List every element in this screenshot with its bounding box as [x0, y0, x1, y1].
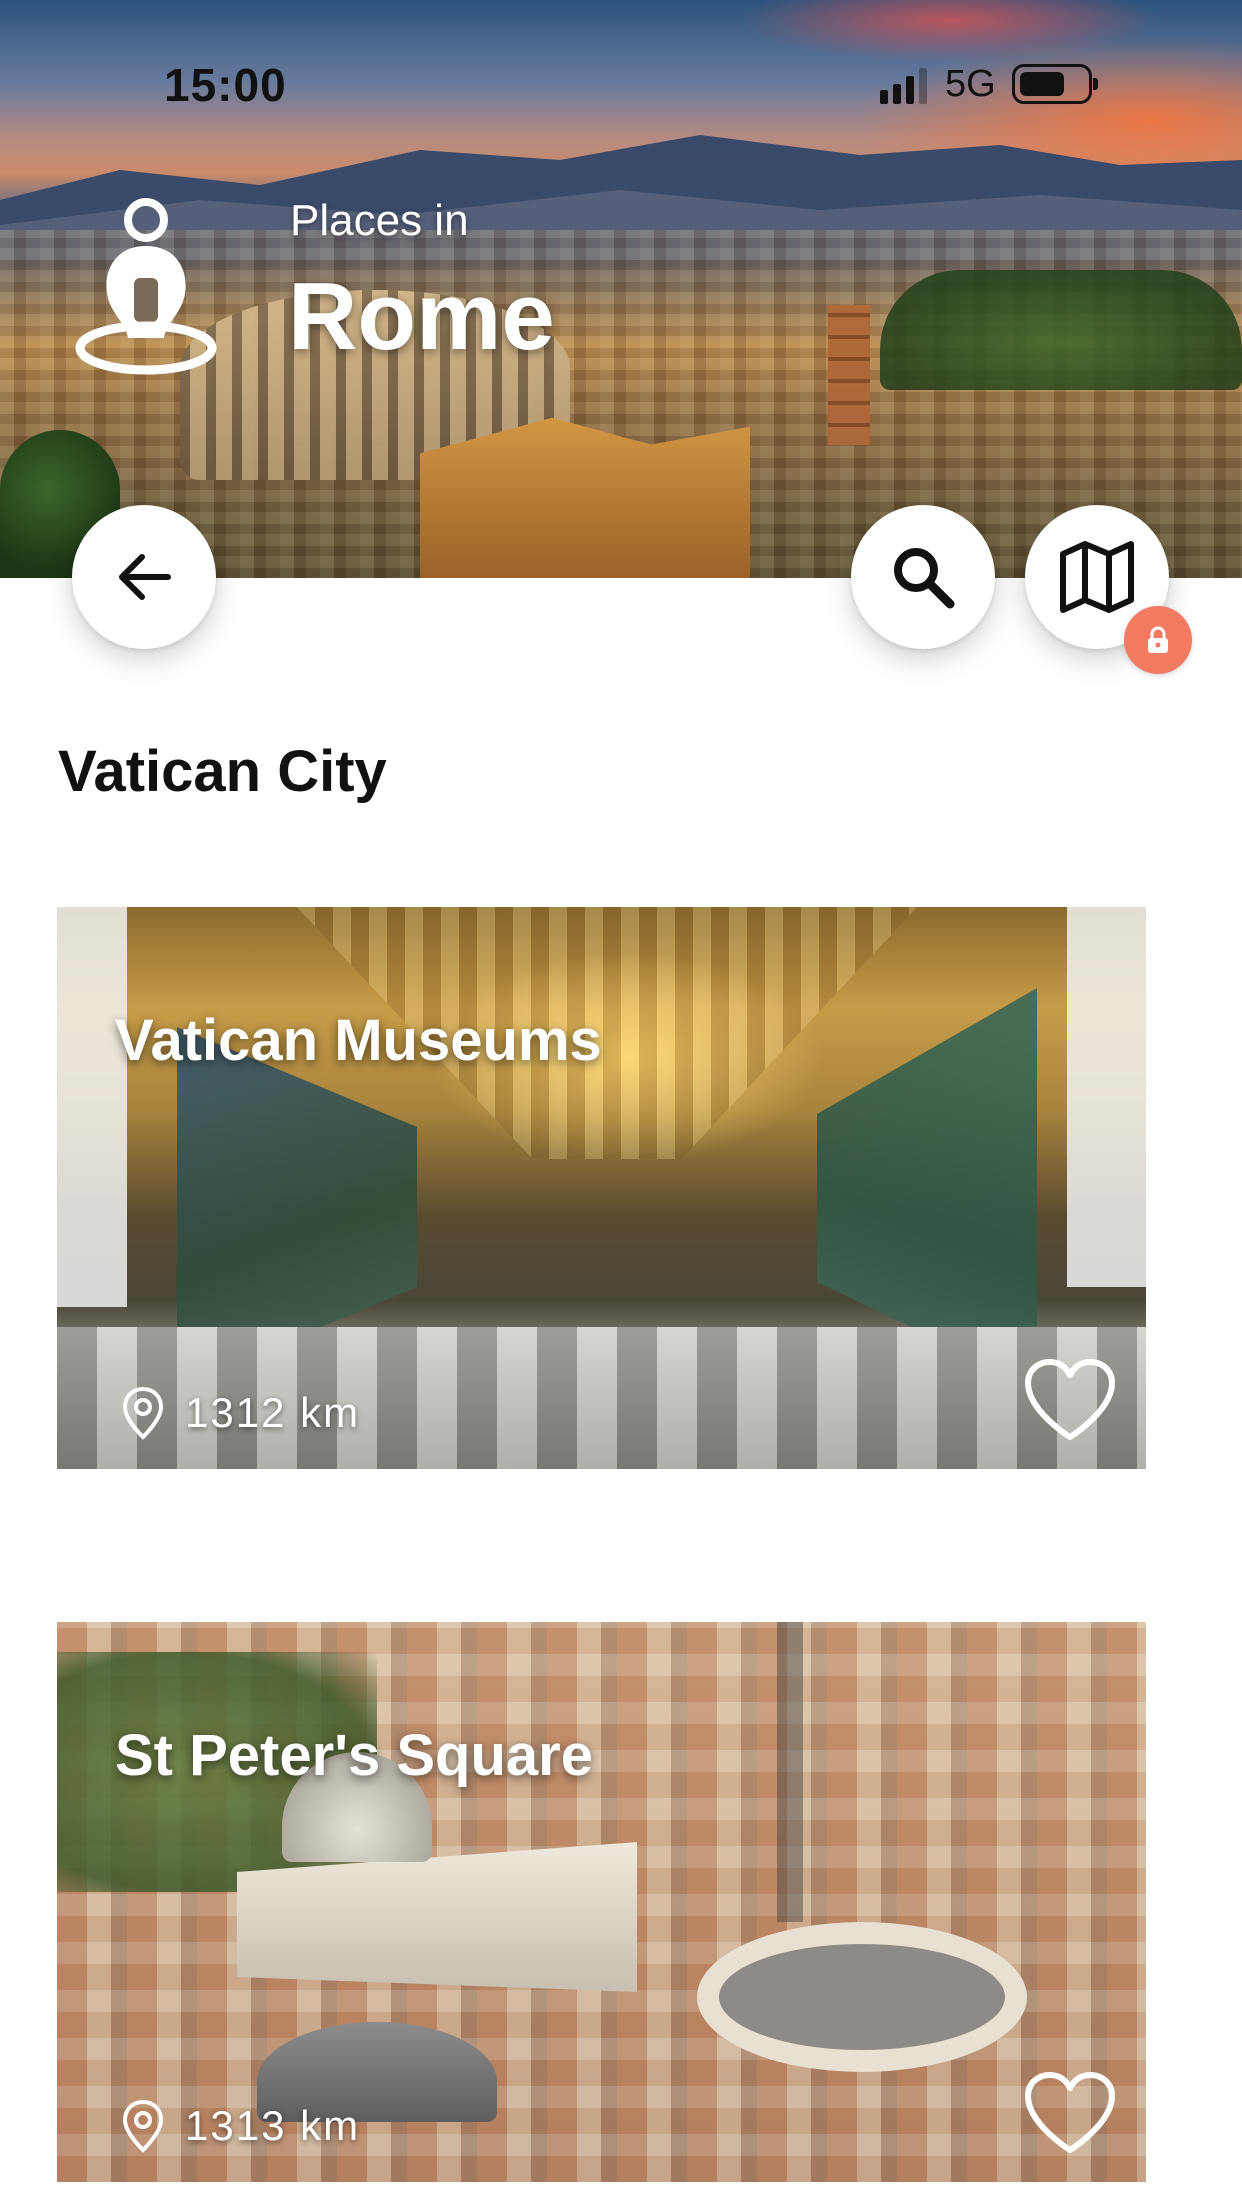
place-pin-logo-icon — [75, 198, 217, 375]
hero-city-title: Rome — [288, 263, 555, 370]
status-indicators: 5G — [880, 62, 1098, 106]
signal-icon — [880, 64, 927, 104]
place-distance: 1312 km — [185, 1389, 361, 1436]
place-card-st-peters-square[interactable]: St Peter's Square 1313 km — [57, 1622, 1146, 2182]
location-pin-icon — [122, 1386, 164, 1440]
heart-outline-icon[interactable] — [1022, 1357, 1118, 1443]
map-icon — [1060, 541, 1134, 613]
distance-info: 1312 km — [119, 1385, 360, 1441]
hero-subtitle: Places in — [290, 196, 469, 245]
search-icon — [894, 548, 955, 609]
back-button[interactable] — [72, 505, 216, 649]
status-time: 15:00 — [164, 59, 287, 111]
heart-outline-icon[interactable] — [1022, 2070, 1118, 2156]
network-type: 5G — [945, 62, 996, 105]
arrow-left-icon — [119, 554, 171, 600]
place-name: St Peter's Square — [115, 1723, 593, 1788]
place-name: Vatican Museums — [115, 1008, 602, 1073]
place-card-vatican-museums[interactable]: Vatican Museums 1312 km — [57, 907, 1146, 1469]
place-distance: 1313 km — [185, 2102, 361, 2149]
distance-info: 1313 km — [119, 2098, 360, 2154]
lock-icon — [1148, 626, 1168, 653]
battery-icon — [1011, 64, 1098, 104]
search-button[interactable] — [851, 505, 995, 649]
location-pin-icon — [122, 2099, 164, 2153]
map-locked-badge — [1124, 606, 1192, 674]
section-title: Vatican City — [58, 739, 387, 804]
